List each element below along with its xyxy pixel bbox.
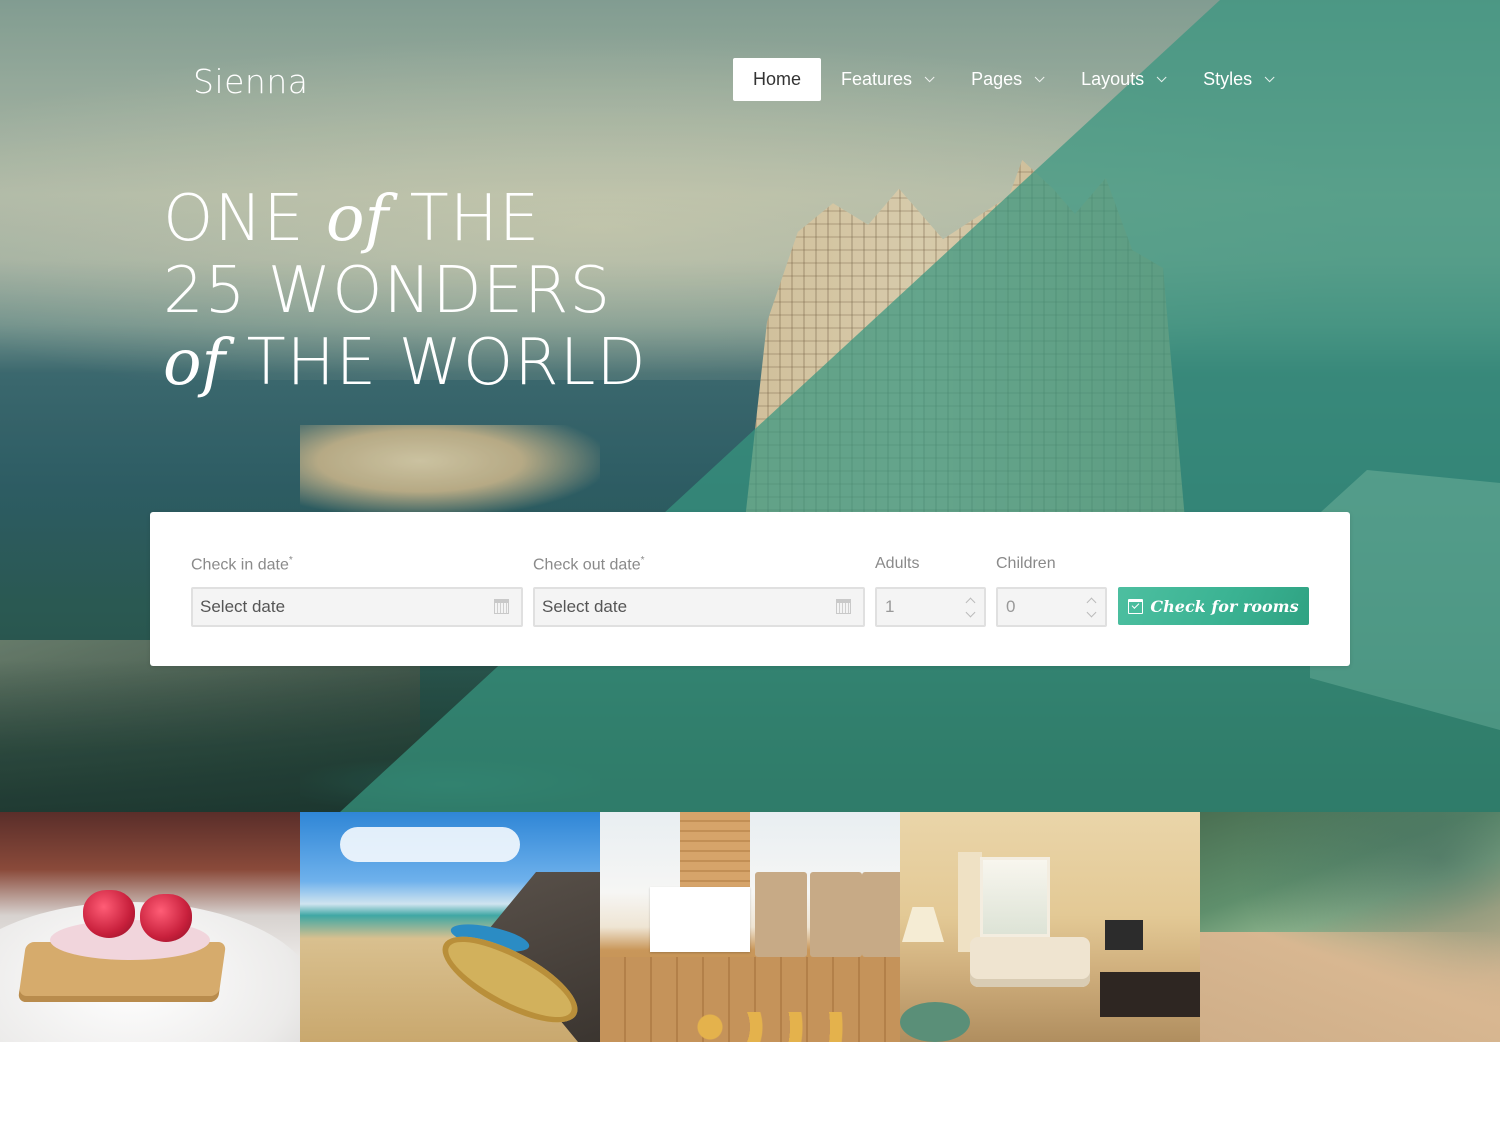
check-out-field[interactable]: Select date xyxy=(533,587,865,627)
headline-line-3: of THE WORLD xyxy=(163,327,647,399)
nav-item-label: Features xyxy=(841,69,913,89)
nav-item-features[interactable]: Features xyxy=(821,58,951,101)
check-out-label: Check out date* xyxy=(533,555,645,574)
children-stepper[interactable]: 0 xyxy=(996,587,1107,627)
main-nav: Home Features Pages Layouts Styles xyxy=(733,58,1291,101)
gallery-tile-hotel-room[interactable] xyxy=(900,812,1200,1042)
chevron-down-icon xyxy=(1264,72,1275,83)
nav-item-home[interactable]: Home xyxy=(733,58,822,101)
gallery-tile-dessert[interactable] xyxy=(0,812,300,1042)
check-in-placeholder: Select date xyxy=(200,597,286,616)
headline-word: ONE xyxy=(163,182,305,256)
check-for-rooms-button[interactable]: Check for rooms xyxy=(1118,587,1309,625)
headline-italic-word: of xyxy=(326,182,389,256)
check-in-field[interactable]: Select date xyxy=(191,587,523,627)
calendar-icon[interactable] xyxy=(836,599,851,614)
nav-item-label: Styles xyxy=(1203,69,1253,89)
photo-gallery xyxy=(0,812,1500,1042)
nav-item-label: Home xyxy=(753,69,802,89)
gallery-tile-beach-boats[interactable] xyxy=(300,812,600,1042)
chevron-down-icon xyxy=(924,72,935,83)
booking-form: Check in date* Select date Check out dat… xyxy=(150,512,1350,666)
nav-item-label: Layouts xyxy=(1081,69,1145,89)
nav-item-styles[interactable]: Styles xyxy=(1183,58,1291,101)
calendar-check-icon xyxy=(1128,598,1144,614)
nav-item-label: Pages xyxy=(971,69,1023,89)
headline-italic-word: of xyxy=(163,326,226,400)
hero-headline: ONE of THE 25 WONDERS of THE WORLD xyxy=(163,183,647,399)
check-in-label: Check in date* xyxy=(191,555,293,574)
headline-word: 25 WONDERS xyxy=(163,254,612,328)
headline-word: THE xyxy=(409,182,541,256)
chevron-down-icon xyxy=(1156,72,1167,83)
chevron-down-icon xyxy=(1034,72,1045,83)
adults-value: 1 xyxy=(885,597,895,616)
site-logo[interactable]: Sienna xyxy=(193,62,308,101)
adults-stepper[interactable]: 1 xyxy=(875,587,986,627)
spinner-arrows-icon[interactable] xyxy=(965,595,976,621)
hero-banner xyxy=(0,0,1500,812)
spinner-arrows-icon[interactable] xyxy=(1086,595,1097,621)
calendar-icon[interactable] xyxy=(494,599,509,614)
children-value: 0 xyxy=(1006,597,1016,616)
adults-label: Adults xyxy=(875,555,920,572)
check-for-rooms-label: Check for rooms xyxy=(1150,596,1299,616)
nav-item-layouts[interactable]: Layouts xyxy=(1061,58,1183,101)
nav-item-pages[interactable]: Pages xyxy=(951,58,1061,101)
gallery-tile-aerial-beach[interactable] xyxy=(1200,812,1500,1042)
headline-line-1: ONE of THE xyxy=(163,183,647,255)
gallery-tile-cafe[interactable] xyxy=(600,812,900,1042)
headline-word: THE WORLD xyxy=(246,326,647,400)
headline-line-2: 25 WONDERS xyxy=(163,255,647,327)
check-out-placeholder: Select date xyxy=(542,597,628,616)
children-label: Children xyxy=(996,555,1056,572)
